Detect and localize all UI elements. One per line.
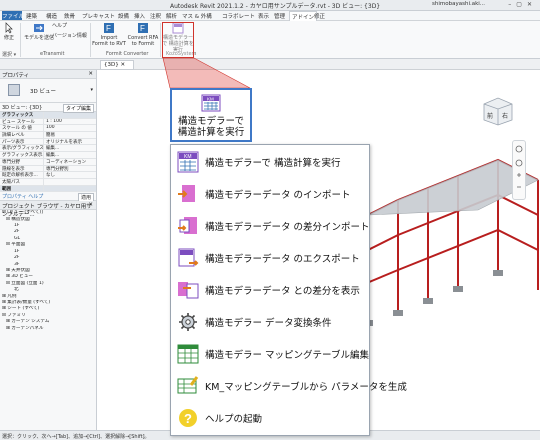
menu-item-generate-params[interactable]: KM_マッピングテーブルから パラメータを生成: [171, 371, 407, 401]
kozo-run-button-enlarged[interactable]: KM 構造モデラーで 構造計算を実行: [170, 88, 252, 142]
kozo-dropdown-menu: KM 構造モデラーで 構造計算を実行 構造モデラーデータ のインポート 構造モデ…: [170, 144, 407, 436]
menu-item-diff-import[interactable]: 構造モデラーデータ の差分インポート: [171, 211, 370, 241]
menu-item-label: KM_マッピングテーブルから パラメータを生成: [205, 382, 407, 393]
export-icon: [178, 248, 199, 267]
menu-item-label: 構造モデラーで 構造計算を実行: [205, 158, 341, 169]
menu-item-label: ヘルプの起動: [205, 414, 263, 425]
menu-item-run[interactable]: KM 構造モデラーで 構造計算を実行: [171, 147, 369, 177]
svg-text:KM: KM: [207, 97, 214, 102]
menu-item-label: 構造モデラーデータ のエクスポート: [205, 254, 360, 265]
km-icon: KM: [201, 94, 221, 112]
menu-item-label: 構造モデラーデータ のインポート: [205, 190, 351, 201]
menu-item-conversion[interactable]: 構造モデラー データ変換条件: [171, 307, 369, 337]
km-run-icon: KM: [177, 151, 199, 173]
menu-item-label: 構造モデラーデータ との差分を表示: [205, 286, 360, 297]
menu-item-label: 構造モデラーデータ の差分インポート: [205, 222, 370, 233]
diff-import-icon: [178, 217, 197, 234]
import-icon: [178, 185, 195, 202]
kozo-run-label-1: 構造モデラーで: [178, 116, 244, 127]
menu-item-mapping[interactable]: 構造モデラー マッピングテーブル編集: [171, 339, 369, 369]
table-icon: [177, 344, 199, 364]
param-icon: [177, 376, 199, 394]
help-icon: ?: [179, 409, 197, 427]
diff-show-icon: [178, 282, 199, 299]
menu-item-import[interactable]: 構造モデラーデータ のインポート: [171, 179, 369, 209]
svg-text:?: ?: [184, 411, 192, 426]
kozo-run-label-2: 構造計算を実行: [177, 127, 245, 138]
menu-item-export[interactable]: 構造モデラーデータ のエクスポート: [171, 243, 369, 273]
menu-item-label: 構造モデラー データ変換条件: [205, 318, 332, 329]
menu-item-help[interactable]: ? ヘルプの起動: [171, 403, 369, 433]
menu-item-label: 構造モデラー マッピングテーブル編集: [205, 350, 369, 361]
menu-item-diff-show[interactable]: 構造モデラーデータ との差分を表示: [171, 275, 369, 305]
svg-text:KM: KM: [184, 154, 192, 160]
gear-icon: [179, 313, 197, 331]
